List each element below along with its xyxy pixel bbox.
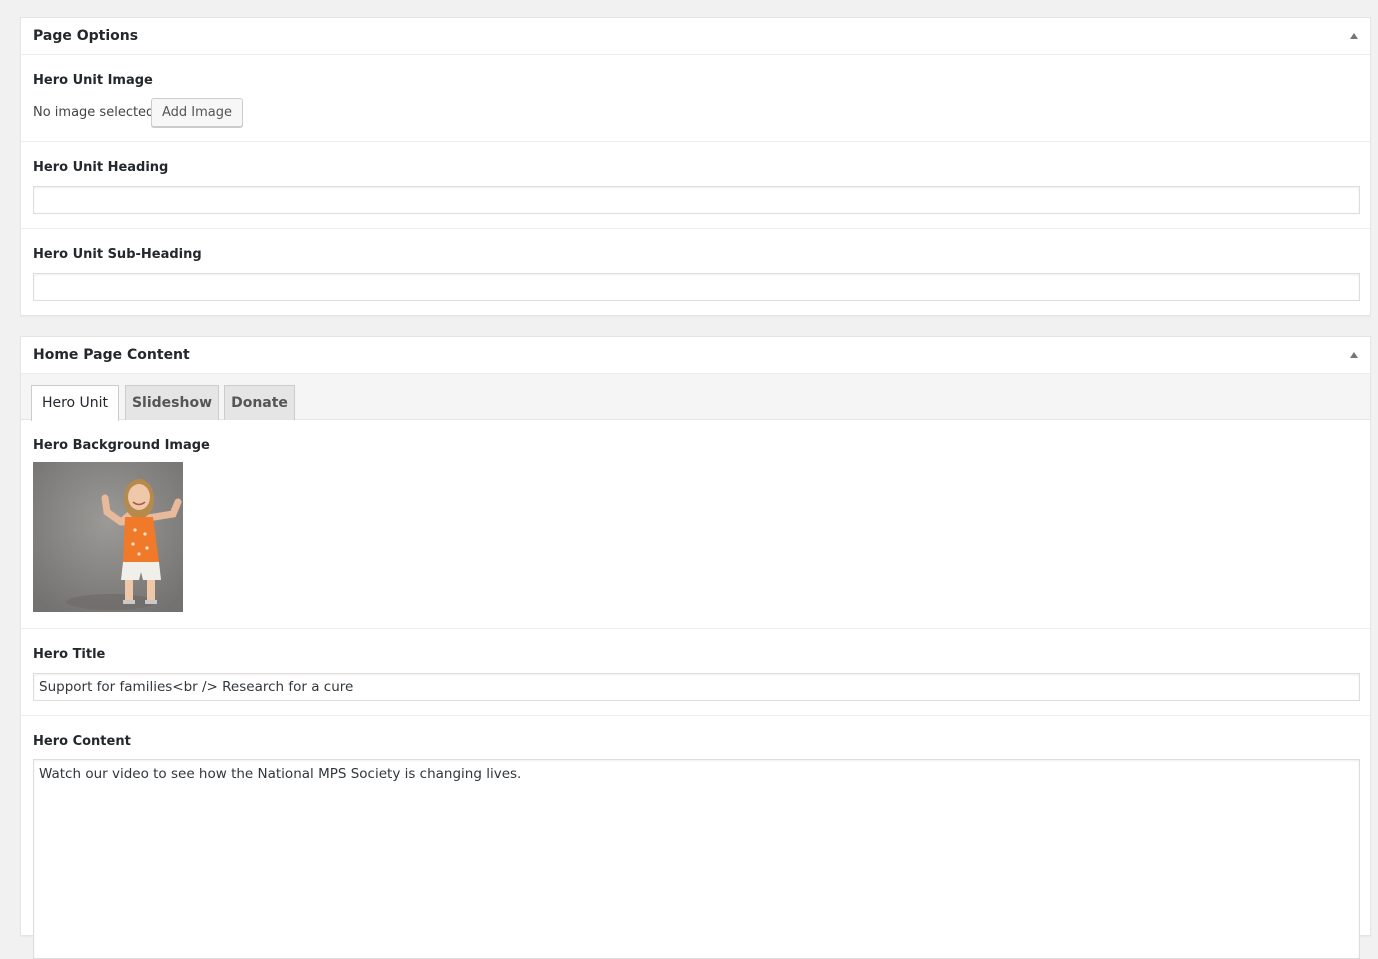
tab-slideshow[interactable]: Slideshow <box>125 385 219 420</box>
home-page-content-panel: Home Page Content Hero Unit Slideshow Do… <box>20 336 1371 959</box>
hero-unit-image-field: Hero Unit Image No image selected Add Im… <box>21 55 1370 142</box>
tab-donate-label: Donate <box>231 395 288 411</box>
hero-background-image-label: Hero Background Image <box>33 438 210 453</box>
hero-title-input[interactable]: Support for families<br /> Research for … <box>33 673 1360 701</box>
hero-title-label: Hero Title <box>33 647 106 662</box>
hero-unit-heading-label: Hero Unit Heading <box>33 160 169 175</box>
tab-slideshow-label: Slideshow <box>131 395 213 411</box>
home-page-content-header[interactable]: Home Page Content <box>21 337 1370 374</box>
home-page-content-title: Home Page Content <box>33 347 190 363</box>
tab-hero-unit-label: Hero Unit <box>41 395 109 411</box>
hero-content-textarea[interactable]: Watch our video to see how the National … <box>33 759 1360 959</box>
hero-title-field: Hero Title Support for families<br /> Re… <box>21 629 1370 716</box>
hero-unit-subheading-field: Hero Unit Sub-Heading <box>21 229 1370 315</box>
hero-unit-subheading-label: Hero Unit Sub-Heading <box>33 247 202 262</box>
tab-donate[interactable]: Donate <box>224 385 295 420</box>
hero-unit-subheading-input[interactable] <box>33 273 1360 301</box>
hero-background-image-thumbnail[interactable] <box>33 462 183 612</box>
collapse-arrow-icon[interactable] <box>1350 352 1358 358</box>
hero-background-image-field: Hero Background Image <box>21 420 1370 629</box>
tabs-bar: Hero Unit Slideshow Donate <box>21 374 1370 421</box>
child-photo-icon <box>33 462 183 612</box>
hero-unit-heading-input[interactable] <box>33 186 1360 214</box>
collapse-arrow-icon[interactable] <box>1350 33 1358 39</box>
hero-unit-heading-field: Hero Unit Heading <box>21 142 1370 229</box>
page-options-panel: Page Options Hero Unit Image No image se… <box>20 17 1371 316</box>
page-options-title: Page Options <box>33 28 139 44</box>
page-options-header[interactable]: Page Options <box>21 18 1370 55</box>
no-image-status: No image selected <box>33 105 155 120</box>
hero-content-label: Hero Content <box>33 734 131 749</box>
add-image-button[interactable]: Add Image <box>151 98 244 127</box>
hero-content-field: Hero Content Watch our video to see how … <box>21 716 1370 959</box>
tab-hero-unit[interactable]: Hero Unit <box>31 385 119 421</box>
hero-unit-image-label: Hero Unit Image <box>33 73 153 88</box>
